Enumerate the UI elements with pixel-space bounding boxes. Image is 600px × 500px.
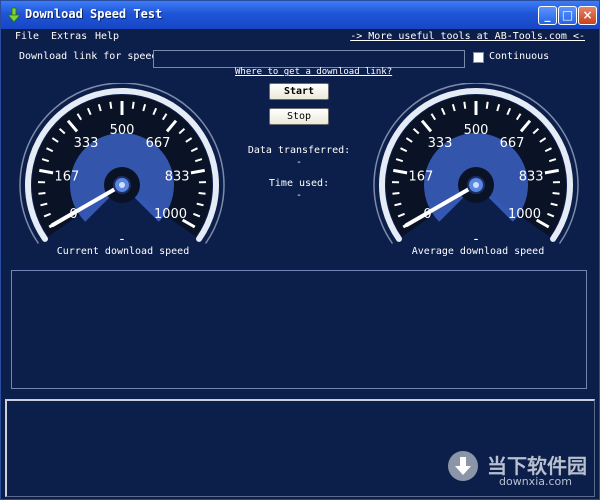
gauge-tick-label: 167: [54, 169, 79, 184]
stop-button[interactable]: Stop: [269, 108, 329, 125]
time-used-value: -: [295, 190, 303, 201]
gauge-tick-label: 333: [74, 136, 99, 151]
gauge-tick: [198, 192, 206, 195]
gauge-hub-center: [119, 182, 125, 188]
gauge-tick-label: 1000: [508, 207, 541, 222]
speedometer: 01673335006678331000-: [19, 83, 225, 247]
menu-extras[interactable]: Extras: [51, 31, 87, 42]
time-used-label: Time used:: [268, 178, 330, 189]
menu-file[interactable]: File: [15, 31, 39, 42]
average-speed-gauge: 01673335006678331000-: [371, 83, 581, 263]
gauge-value: -: [474, 232, 479, 247]
gauge-tick-label: 1000: [154, 207, 187, 222]
download-link-label: Download link for speed: [19, 51, 158, 62]
data-transferred-label: Data transferred:: [247, 145, 351, 156]
more-tools-link[interactable]: -> More useful tools at AB-Tools.com <-: [350, 31, 585, 42]
gauge-tick-label: 833: [165, 169, 190, 184]
menu-help[interactable]: Help: [95, 31, 119, 42]
gauge-value: -: [120, 232, 125, 247]
speedometer: 01673335006678331000-: [373, 83, 579, 247]
watermark-logo-icon: [448, 451, 478, 481]
current-speed-gauge: 01673335006678331000-: [17, 83, 227, 263]
data-transferred-value: -: [295, 157, 303, 168]
gauge-tick-label: 500: [464, 123, 489, 138]
gauge-tick: [109, 101, 113, 109]
download-link-input[interactable]: [153, 50, 465, 68]
app-window: Download Speed Test _ □ × File Extras He…: [0, 0, 600, 500]
close-button[interactable]: ×: [578, 6, 597, 25]
download-arrow-icon: [7, 7, 21, 23]
log-panel[interactable]: [11, 270, 587, 389]
watermark-url: downxia.com: [499, 475, 572, 488]
minimize-button[interactable]: _: [538, 6, 557, 25]
continuous-checkbox[interactable]: [473, 52, 484, 63]
gauge-tick: [392, 192, 400, 195]
start-button[interactable]: Start: [269, 83, 329, 100]
gauge-tick: [485, 101, 489, 109]
gauge-tick: [38, 192, 46, 195]
titlebar[interactable]: Download Speed Test _ □ ×: [1, 1, 599, 29]
gauge-tick-label: 167: [408, 169, 433, 184]
gauge-hub-center: [473, 182, 479, 188]
window-title: Download Speed Test: [25, 7, 163, 21]
current-speed-label: Current download speed: [56, 246, 190, 257]
where-to-get-link[interactable]: Where to get a download link?: [235, 67, 392, 77]
gauge-tick: [463, 101, 467, 109]
gauge-tick: [552, 192, 560, 195]
gauge-tick-label: 667: [500, 136, 525, 151]
gauge-tick: [131, 101, 135, 109]
average-speed-label: Average download speed: [411, 246, 545, 257]
gauge-tick-label: 833: [519, 169, 544, 184]
gauge-tick-label: 667: [146, 136, 171, 151]
gauge-tick-label: 500: [110, 123, 135, 138]
continuous-label[interactable]: Continuous: [489, 51, 549, 62]
gauge-tick-label: 333: [428, 136, 453, 151]
maximize-button[interactable]: □: [558, 6, 577, 25]
